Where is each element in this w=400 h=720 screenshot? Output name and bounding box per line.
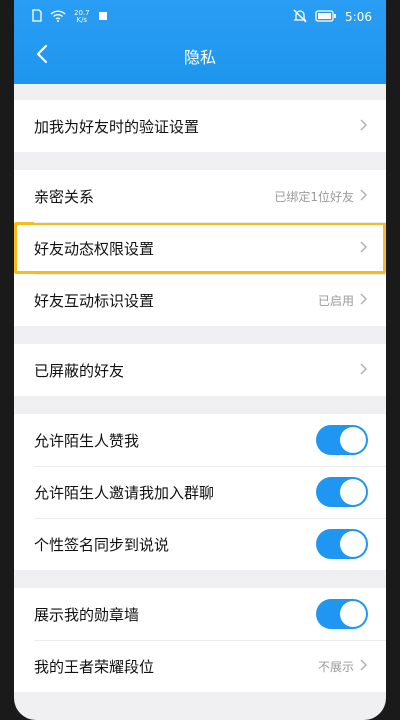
row-allow-stranger-likes: 允许陌生人赞我 (14, 414, 386, 466)
toggle-switch[interactable] (316, 477, 368, 507)
row-label: 好友动态权限设置 (34, 239, 155, 258)
group-blocked: 已屏蔽的好友 (14, 344, 386, 396)
row-label: 允许陌生人赞我 (34, 431, 140, 450)
group-friends: 亲密关系 已绑定1位好友 好友动态权限设置 好友互动标识设置 已启用 (14, 170, 386, 326)
row-label: 亲密关系 (34, 187, 95, 206)
row-label: 允许陌生人邀请我加入群聊 (34, 483, 215, 502)
row-label: 好友互动标识设置 (34, 291, 155, 310)
row-signature-sync: 个性签名同步到说说 (14, 518, 386, 570)
row-blocked-friends[interactable]: 已屏蔽的好友 (14, 344, 386, 396)
network-speed-unit: K/s (76, 16, 88, 24)
row-label: 展示我的勋章墙 (34, 605, 140, 624)
battery-icon (315, 9, 337, 25)
chevron-right-icon (360, 658, 368, 674)
chevron-right-icon (360, 240, 368, 256)
wifi-icon (50, 9, 66, 25)
notification-icon (98, 10, 108, 24)
row-right (360, 240, 368, 256)
row-show-medal-wall: 展示我的勋章墙 (14, 588, 386, 640)
status-left: 20.7 K/s (32, 9, 108, 25)
toggle-switch[interactable] (316, 529, 368, 559)
group-verification: 加我为好友时的验证设置 (14, 100, 386, 152)
status-right: 5:06 (293, 9, 372, 26)
network-speed: 20.7 K/s (74, 10, 90, 24)
row-value: 已绑定1位好友 (274, 189, 354, 204)
row-label: 我的王者荣耀段位 (34, 657, 155, 676)
row-friend-verification[interactable]: 加我为好友时的验证设置 (14, 100, 386, 152)
row-friend-feed-permission[interactable]: 好友动态权限设置 (14, 222, 386, 274)
mute-icon (293, 9, 307, 26)
row-friend-interaction-badge[interactable]: 好友互动标识设置 已启用 (14, 274, 386, 326)
row-label: 个性签名同步到说说 (34, 535, 170, 554)
chevron-right-icon (360, 118, 368, 134)
row-value: 已启用 (317, 293, 354, 308)
row-right: 已绑定1位好友 (274, 188, 368, 205)
nav-bar: 隐私 (14, 34, 386, 84)
clock: 5:06 (345, 10, 372, 24)
row-label: 已屏蔽的好友 (34, 361, 125, 380)
row-right (360, 362, 368, 378)
row-label: 加我为好友时的验证设置 (34, 117, 200, 136)
row-value: 不展示 (317, 659, 354, 674)
chevron-right-icon (360, 362, 368, 378)
group-display: 展示我的勋章墙 我的王者荣耀段位 不展示 (14, 588, 386, 692)
row-intimate-relation[interactable]: 亲密关系 已绑定1位好友 (14, 170, 386, 222)
row-right: 不展示 (318, 658, 368, 675)
phone-screen: 20.7 K/s 5:06 隐私 加我为好友时的验证设置 亲密关系 已绑定1位好… (14, 0, 386, 720)
toggle-switch[interactable] (316, 425, 368, 455)
page-title: 隐私 (183, 48, 216, 67)
row-honor-of-kings-rank[interactable]: 我的王者荣耀段位 不展示 (14, 640, 386, 692)
chevron-right-icon (360, 292, 368, 308)
chevron-right-icon (360, 188, 368, 204)
row-right: 已启用 (318, 292, 368, 309)
toggle-switch[interactable] (316, 599, 368, 629)
status-bar: 20.7 K/s 5:06 (14, 0, 386, 34)
row-allow-stranger-group-invite: 允许陌生人邀请我加入群聊 (14, 466, 386, 518)
header: 20.7 K/s 5:06 隐私 (14, 0, 386, 84)
row-right (360, 118, 368, 134)
sim-icon (32, 9, 42, 25)
group-strangers: 允许陌生人赞我 允许陌生人邀请我加入群聊 个性签名同步到说说 (14, 414, 386, 570)
